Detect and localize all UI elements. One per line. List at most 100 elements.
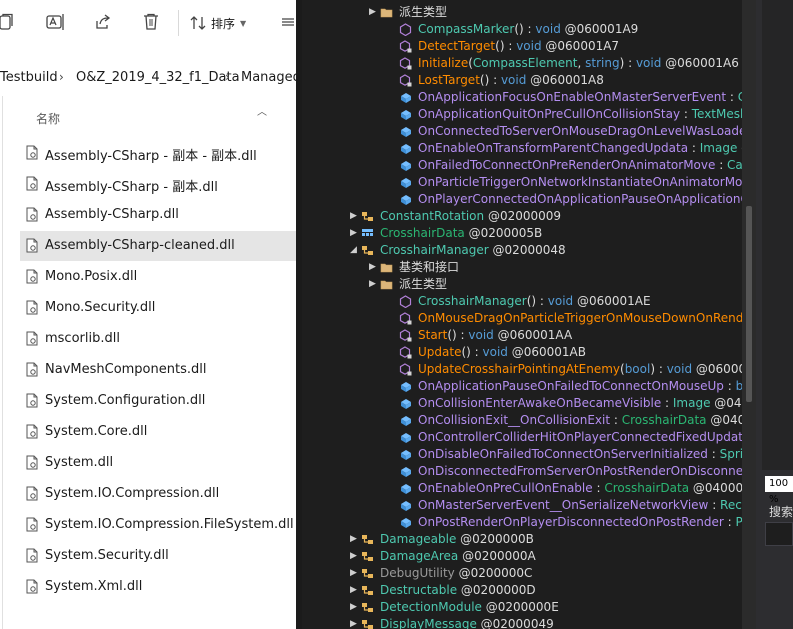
tree-node-label: DetectTarget() : void @060001A7	[418, 38, 619, 55]
token: DebugUtility	[380, 566, 455, 580]
view-menu-icon[interactable]	[280, 14, 294, 33]
tree-row[interactable]: OnEnableOnTransformParentChangedUpdata :…	[302, 140, 742, 157]
expand-arrow-icon[interactable]: ▶	[350, 548, 360, 565]
sort-button[interactable]: 排序 ▼	[190, 11, 246, 35]
tree-row[interactable]: ▶ Damageable @0200000B	[302, 531, 742, 548]
token: 派生类型	[399, 5, 448, 19]
token: Initialize	[418, 56, 469, 70]
tree-row[interactable]: OnMouseDragOnParticleTriggerOnMouseDownO…	[302, 310, 742, 327]
breadcrumb-item[interactable]: Testbuild	[0, 70, 58, 85]
share-icon[interactable]	[91, 10, 115, 34]
tree-row[interactable]: OnPlayerConnectedOnApplicationPauseOnApp…	[302, 191, 742, 208]
file-row[interactable]: System.IO.Compression.dll	[20, 479, 296, 509]
breadcrumb-item[interactable]: O&Z_2019_4_32_f1_Data	[76, 70, 240, 85]
tree-row[interactable]: ▶ DetectionModule @0200000E	[302, 599, 742, 616]
expand-arrow-icon[interactable]: ▶	[369, 4, 379, 21]
tree-row[interactable]: OnCollisionEnterAwakeOnBecameVisible : I…	[302, 395, 742, 412]
tree-row[interactable]: Update() : void @060001AB	[302, 344, 742, 361]
file-row[interactable]: System.Security.dll	[20, 541, 296, 571]
tree-row[interactable]: OnControllerColliderHitOnPlayerConnected…	[302, 429, 742, 446]
dll-file-icon	[26, 207, 38, 222]
tree-row[interactable]: ▶ DisplayMessage @02000049	[302, 616, 742, 629]
expand-arrow-icon[interactable]: ▶	[350, 616, 360, 629]
tree-row[interactable]: ◢ CrosshairManager @02000048	[302, 242, 742, 259]
tree-row[interactable]: OnApplicationFocusOnEnableOnMasterServer…	[302, 89, 742, 106]
tree-node-label: Damageable @0200000B	[380, 531, 534, 548]
tree-row[interactable]: CompassMarker() : void @060001A9	[302, 21, 742, 38]
breadcrumb-chevron-icon[interactable]: ›	[225, 70, 230, 84]
tree-row[interactable]: OnApplicationQuitOnPreCullOnCollisionSta…	[302, 106, 742, 123]
file-name: System.Core.dll	[45, 424, 148, 439]
file-row[interactable]: System.IO.Compression.FileSystem.dll	[20, 510, 296, 540]
file-row[interactable]: Mono.Posix.dll	[20, 262, 296, 292]
dll-file-icon	[26, 393, 38, 408]
rename-icon[interactable]	[44, 10, 68, 34]
tree-row[interactable]: ▶ Destructable @0200000D	[302, 582, 742, 599]
expand-arrow-icon[interactable]: ▶	[350, 565, 360, 582]
expand-arrow-icon[interactable]: ▶	[369, 259, 379, 276]
tree-row[interactable]: Initialize(CompassElement, string) : voi…	[302, 55, 742, 72]
token: @0200000D	[457, 583, 536, 597]
tree-row[interactable]: ▶ DebugUtility @0200000C	[302, 565, 742, 582]
token: Damageable	[380, 532, 457, 546]
file-name: mscorlib.dll	[45, 331, 120, 346]
field-icon	[399, 125, 412, 138]
breadcrumb-item[interactable]: Managed	[241, 70, 296, 85]
expand-arrow-icon[interactable]: ▶	[350, 225, 360, 242]
tree-row[interactable]: OnPostRenderOnPlayerDisconnectedOnPostRe…	[302, 514, 742, 531]
scrollbar-thumb[interactable]	[746, 206, 752, 402]
file-row[interactable]: System.Xml.dll	[20, 572, 296, 602]
tree-node-label: Update() : void @060001AB	[418, 344, 586, 361]
expand-arrow-icon[interactable]: ▶	[350, 582, 360, 599]
file-row[interactable]: Assembly-CSharp - 副本.dll	[20, 169, 296, 199]
file-row[interactable]: System.Configuration.dll	[20, 386, 296, 416]
file-row[interactable]: mscorlib.dll	[20, 324, 296, 354]
expand-arrow-icon[interactable]: ▶	[369, 276, 379, 293]
token: OnControllerColliderHitOnPlayerConnected…	[418, 430, 742, 444]
search-input[interactable]	[765, 522, 793, 546]
tree-row[interactable]: ▶ 派生类型	[302, 4, 742, 21]
tree-row[interactable]: LostTarget() : void @060001A8	[302, 72, 742, 89]
expand-arrow-icon[interactable]: ▶	[350, 531, 360, 548]
token: OnApplicationPauseOnFailedToConnectOnMou…	[418, 379, 724, 393]
tree-row[interactable]: ▶ 派生类型	[302, 276, 742, 293]
tree-row[interactable]: OnConnectedToServerOnMouseDragOnLevelWas…	[302, 123, 742, 140]
tree-row[interactable]: ▶ ConstantRotation @02000009	[302, 208, 742, 225]
breadcrumb-chevron-icon[interactable]: ›	[59, 70, 64, 84]
tree-node-label: DamageArea @0200000A	[380, 548, 536, 565]
file-name: System.IO.Compression.dll	[45, 486, 220, 501]
file-row[interactable]: Assembly-CSharp.dll	[20, 200, 296, 230]
expand-arrow-icon[interactable]: ▶	[350, 208, 360, 225]
file-row[interactable]: System.Core.dll	[20, 417, 296, 447]
column-header-name[interactable]: 名称	[36, 110, 60, 127]
collapse-arrow-icon[interactable]: ◢	[350, 242, 360, 259]
zoom-input[interactable]: 100 %	[765, 476, 793, 505]
tree-row[interactable]: CrosshairManager() : void @060001AE	[302, 293, 742, 310]
expand-arrow-icon[interactable]: ▶	[350, 599, 360, 616]
token: DetectTarget	[418, 39, 496, 53]
file-row[interactable]: Mono.Security.dll	[20, 293, 296, 323]
file-row[interactable]: Assembly-CSharp-cleaned.dll	[20, 231, 296, 261]
copy-icon[interactable]	[0, 10, 18, 34]
tree-row[interactable]: OnEnableOnPreCullOnEnable : CrosshairDat…	[302, 480, 742, 497]
tree-row[interactable]: OnApplicationPauseOnFailedToConnectOnMou…	[302, 378, 742, 395]
tree-row[interactable]: OnFailedToConnectOnPreRenderOnAnimatorMo…	[302, 157, 742, 174]
delete-icon[interactable]	[139, 10, 163, 34]
file-row[interactable]: Assembly-CSharp - 副本 - 副本.dll	[20, 138, 296, 168]
method-private-icon	[399, 363, 412, 376]
tree-row[interactable]: OnCollisionExit__OnCollisionExit : Cross…	[302, 412, 742, 429]
tree-row[interactable]: ▶ CrosshairData @0200005B	[302, 225, 742, 242]
tree-row[interactable]: ▶ DamageArea @0200000A	[302, 548, 742, 565]
tree-row[interactable]: DetectTarget() : void @060001A7	[302, 38, 742, 55]
tree-row[interactable]: OnMasterServerEvent__OnSerializeNetworkV…	[302, 497, 742, 514]
file-row[interactable]: NavMeshComponents.dll	[20, 355, 296, 385]
tree-row[interactable]: OnDisableOnFailedToConnectOnServerInitia…	[302, 446, 742, 463]
file-name: NavMeshComponents.dll	[45, 362, 207, 377]
tree-row[interactable]: Start() : void @060001AA	[302, 327, 742, 344]
tree-row[interactable]: OnParticleTriggerOnNetworkInstantiateOnA…	[302, 174, 742, 191]
sort-icon	[190, 16, 206, 30]
tree-row[interactable]: ▶ 基类和接口	[302, 259, 742, 276]
tree-row[interactable]: UpdateCrosshairPointingAtEnemy(bool) : v…	[302, 361, 742, 378]
file-row[interactable]: System.dll	[20, 448, 296, 478]
tree-row[interactable]: OnDisconnectedFromServerOnPostRenderOnDi…	[302, 463, 742, 480]
